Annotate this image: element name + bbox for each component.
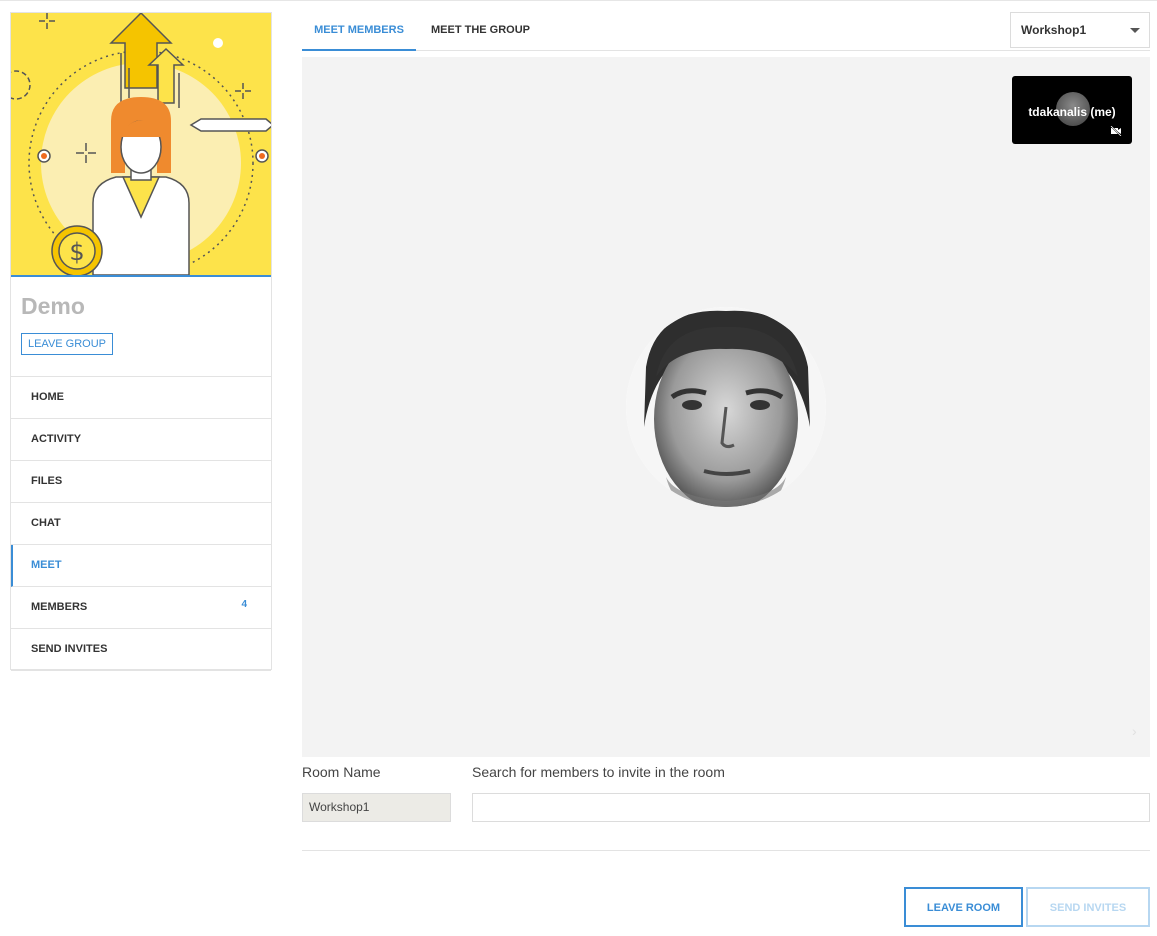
self-name-label: tdakanalis (me) — [1028, 105, 1116, 119]
participant-avatar — [626, 307, 826, 507]
room-name-label: Room Name — [302, 764, 381, 780]
leave-room-button[interactable]: LEAVE ROOM — [904, 887, 1023, 927]
chevron-right-icon[interactable]: › — [1132, 723, 1137, 739]
tab-meet-members[interactable]: MEET MEMBERS — [302, 12, 416, 51]
sidebar-item-members[interactable]: MEMBERS 4 — [11, 587, 271, 629]
send-invites-button[interactable]: SEND INVITES — [1026, 887, 1150, 927]
sidebar-item-send-invites[interactable]: SEND INVITES — [11, 629, 271, 671]
search-members-label: Search for members to invite in the room — [472, 764, 725, 780]
sidebar-item-label: MEMBERS — [31, 601, 88, 613]
self-video-tile[interactable]: tdakanalis (me) — [1012, 76, 1132, 144]
sidebar-item-files[interactable]: FILES — [11, 461, 271, 503]
leave-group-button[interactable]: LEAVE GROUP — [21, 333, 113, 355]
room-select-value: Workshop1 — [1021, 23, 1087, 37]
search-members-input[interactable] — [472, 793, 1150, 822]
group-sidebar: $ Demo LEAVE GROUP HOME ACTIVITY FILES C… — [10, 12, 272, 671]
video-off-icon — [1110, 126, 1122, 136]
divider — [302, 850, 1150, 851]
svg-text:$: $ — [69, 238, 84, 266]
sidebar-item-label: SEND INVITES — [31, 643, 108, 655]
tab-meet-the-group[interactable]: MEET THE GROUP — [431, 12, 530, 51]
sidebar-item-label: ACTIVITY — [31, 433, 82, 445]
top-border — [0, 0, 1157, 2]
sidebar-item-activity[interactable]: ACTIVITY — [11, 419, 271, 461]
video-stage: tdakanalis (me) › — [302, 57, 1150, 757]
sidebar-item-label: HOME — [31, 391, 64, 403]
room-select[interactable]: Workshop1 — [1010, 12, 1150, 48]
room-name-field[interactable]: Workshop1 — [302, 793, 451, 822]
sidebar-item-label: FILES — [31, 475, 63, 487]
sidebar-item-home[interactable]: HOME — [11, 377, 271, 419]
sidebar-item-label: CHAT — [31, 517, 61, 529]
group-cover-image: $ — [11, 13, 271, 277]
group-nav: HOME ACTIVITY FILES CHAT MEET MEMBERS 4 S… — [11, 376, 271, 671]
sidebar-item-meet[interactable]: MEET — [11, 545, 271, 587]
chevron-down-icon — [1130, 28, 1140, 33]
members-count-badge: 4 — [241, 599, 247, 610]
group-title: Demo — [21, 293, 85, 319]
sidebar-item-label: MEET — [31, 559, 62, 571]
sidebar-item-chat[interactable]: CHAT — [11, 503, 271, 545]
